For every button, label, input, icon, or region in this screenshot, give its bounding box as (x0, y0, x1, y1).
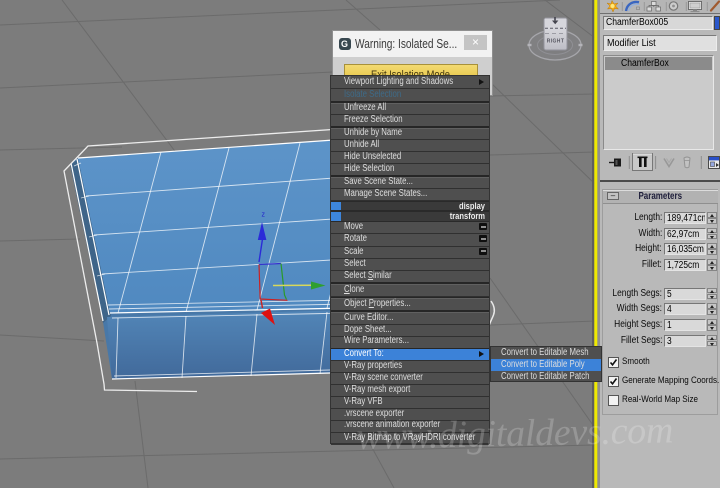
svg-text:RIGHT: RIGHT (547, 39, 565, 45)
svg-text:z: z (262, 212, 266, 219)
